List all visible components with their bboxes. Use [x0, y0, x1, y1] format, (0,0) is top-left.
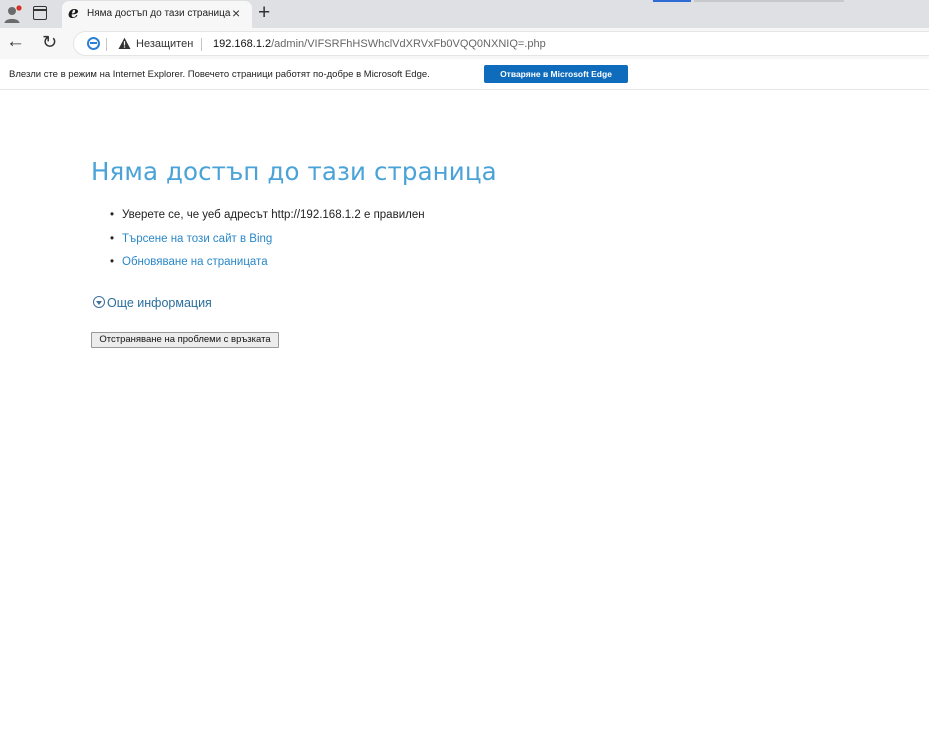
bullet: • — [110, 232, 115, 245]
ie-mode-infobar: Влезли сте в режим на Internet Explorer.… — [0, 59, 929, 90]
divider — [201, 38, 202, 51]
tab-strip: e Няма достъп до тази страница × + — [0, 0, 929, 28]
active-tab[interactable]: e Няма достъп до тази страница × — [62, 1, 252, 28]
ie-icon: e — [68, 3, 79, 23]
url-text[interactable]: 192.168.1.2/admin/VIFSRFhHSWhclVdXRVxFb0… — [213, 38, 546, 50]
refresh-page-link[interactable]: Обновяване на страницата — [122, 255, 268, 269]
window-title-bar — [694, 0, 844, 2]
open-in-edge-button[interactable]: Отваряне в Microsoft Edge — [484, 65, 628, 83]
more-info-toggle[interactable]: Още информация — [93, 294, 212, 312]
navigation-bar: ← ↻ Незащитен 192.168.1.2/admin/VIFSRFhH… — [0, 28, 929, 59]
check-address-text: Уверете се, че уеб адресът http://192.16… — [122, 209, 425, 221]
diagnose-connection-button[interactable]: Отстраняване на проблеми с връзката — [91, 332, 279, 348]
tab-title: Няма достъп до тази страница — [87, 8, 231, 19]
page-content: Няма достъп до тази страница • Уверете с… — [0, 91, 929, 750]
new-tab-icon[interactable]: + — [258, 2, 270, 24]
address-bar[interactable]: Незащитен 192.168.1.2/admin/VIFSRFhHSWhc… — [73, 31, 929, 56]
reload-icon[interactable]: ↻ — [42, 31, 57, 53]
page-title: Няма достъп до тази страница — [91, 157, 497, 186]
security-label[interactable]: Незащитен — [136, 38, 193, 50]
divider — [106, 38, 107, 51]
infobar-message: Влезли сте в режим на Internet Explorer.… — [9, 69, 430, 80]
url-path: /admin/VIFSRFhHSWhclVdXRVxFb0VQQ0NXNIQ=.… — [271, 38, 546, 50]
url-host: 192.168.1.2 — [213, 38, 272, 50]
back-icon[interactable]: ← — [6, 31, 25, 53]
warning-icon[interactable] — [118, 37, 131, 50]
profile-icon[interactable] — [3, 4, 23, 24]
more-info-label[interactable]: Още информация — [107, 296, 212, 310]
tab-actions-icon[interactable] — [33, 6, 47, 20]
bullet: • — [110, 209, 115, 221]
expand-icon[interactable] — [93, 296, 105, 308]
bing-search-link[interactable]: Търсене на този сайт в Bing — [122, 232, 272, 246]
tab-close-icon[interactable]: × — [232, 5, 240, 21]
bullet: • — [110, 256, 115, 268]
ie-mode-icon[interactable] — [87, 37, 100, 50]
window-accent-bar — [653, 0, 691, 2]
